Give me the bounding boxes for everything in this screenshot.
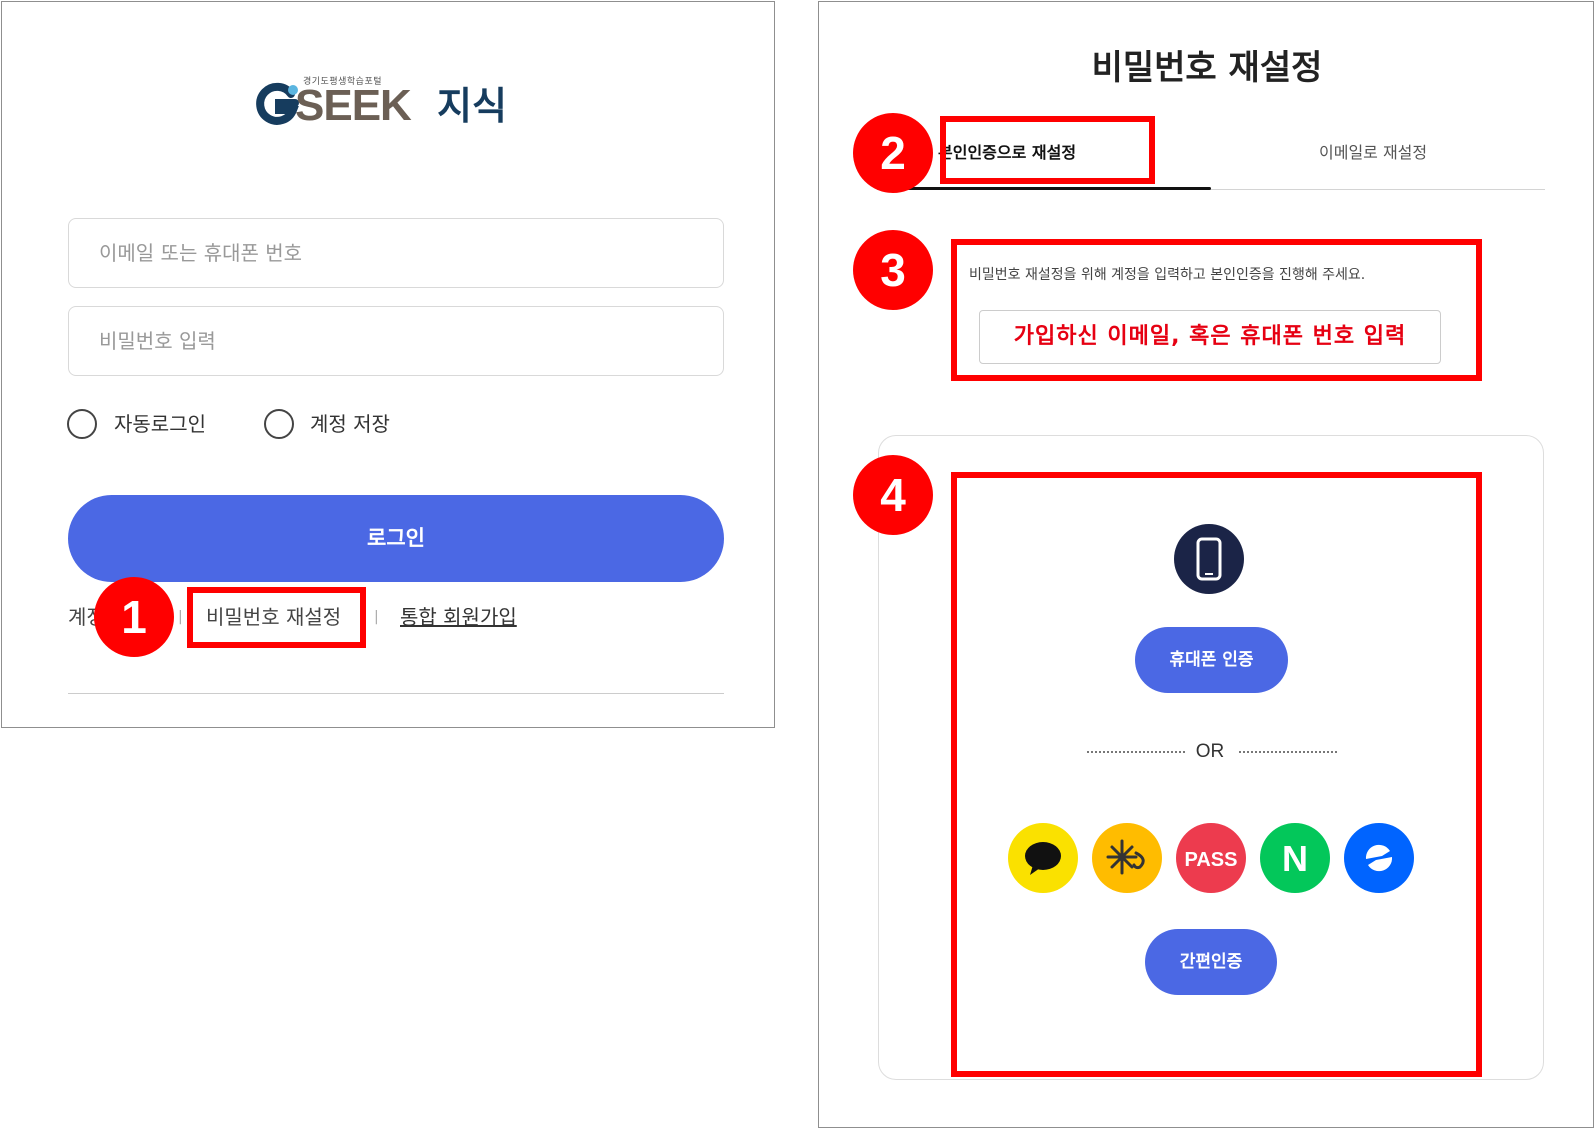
email-input[interactable] xyxy=(68,218,724,288)
gseek-g-logo-icon xyxy=(256,82,299,125)
divider xyxy=(68,693,724,694)
annotation-badge-1: 1 xyxy=(94,577,174,657)
gseek-logo: 경기도평생학습포털 SEEK 지식 xyxy=(253,74,513,134)
logo-brand: SEEK xyxy=(295,81,412,130)
active-tab-indicator xyxy=(877,187,1211,190)
annotation-badge-3: 3 xyxy=(853,230,933,310)
password-input[interactable] xyxy=(68,306,724,376)
save-account-radio[interactable] xyxy=(264,409,294,439)
annotation-box-1 xyxy=(187,587,366,648)
link-separator: | xyxy=(374,609,379,625)
link-separator: | xyxy=(178,609,183,625)
annotation-box-4 xyxy=(951,472,1482,1077)
annotation-badge-2: 2 xyxy=(853,113,933,193)
login-button[interactable]: 로그인 xyxy=(68,495,724,582)
tab-email-reset[interactable]: 이메일로 재설정 xyxy=(1319,138,1427,168)
auto-login-label[interactable]: 자동로그인 xyxy=(114,409,206,439)
auto-login-radio[interactable] xyxy=(67,409,97,439)
annotation-box-2 xyxy=(940,116,1155,184)
save-account-label[interactable]: 계정 저장 xyxy=(310,409,390,439)
annotation-box-3 xyxy=(951,239,1482,381)
signup-link[interactable]: 통합 회원가입 xyxy=(400,602,517,632)
page-title: 비밀번호 재설정 xyxy=(1091,48,1323,88)
annotation-badge-4: 4 xyxy=(853,455,933,535)
logo-brand-suffix: 지식 xyxy=(437,84,507,128)
